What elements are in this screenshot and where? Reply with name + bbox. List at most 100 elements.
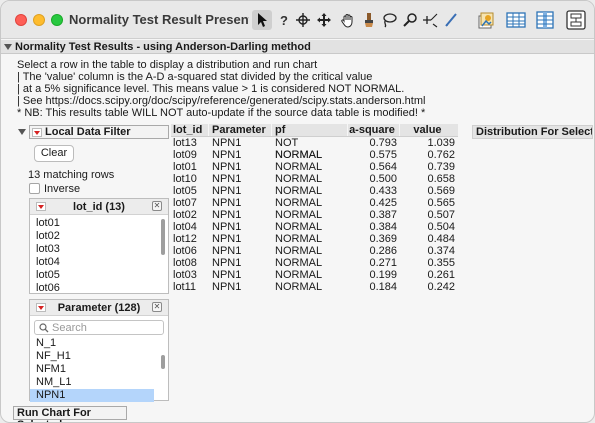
close-window-button[interactable] [15,14,27,26]
cell-lot-id: lot11 [173,281,197,293]
cell-a-square: 0.387 [369,209,397,221]
collapse-report-icon[interactable] [4,44,12,50]
collapse-filter-icon[interactable] [18,129,26,135]
cell-a-square: 0.199 [369,269,397,281]
lot-id-scrollbar[interactable] [161,219,165,255]
list-item[interactable]: lot04 [30,256,168,269]
table-body: lot13 NPN1 NOT NORMAL 0.793 1.039 lot09 NPN1 NO… [171,137,458,293]
column-header-lot-id[interactable]: lot_id [171,124,209,136]
distribution-panel-header[interactable]: Distribution For Selected [472,125,593,139]
table-row[interactable]: lot07 NPN1 NORMAL 0.425 0.565 [171,197,458,209]
cell-lot-id: lot03 [173,269,197,281]
cell-lot-id: lot01 [173,161,197,173]
table-row[interactable]: lot08 NPN1 NORMAL 0.271 0.355 [171,257,458,269]
parameter-scrollbar[interactable] [161,355,165,369]
journal-icon[interactable] [475,9,497,31]
parameter-search-field[interactable] [34,320,164,335]
results-table: lot_id Parameter pf a-square value lot13… [171,124,458,293]
cell-value: 0.507 [427,209,455,221]
cell-lot-id: lot05 [173,185,197,197]
cell-a-square: 0.425 [369,197,397,209]
list-item[interactable]: lot05 [30,269,168,282]
list-item[interactable]: N_1 [30,337,168,350]
move-tool-icon[interactable] [314,10,334,30]
note-line: | at a 5% significance level. This means… [17,83,405,95]
cell-value: 0.658 [427,173,455,185]
maximize-window-button[interactable] [51,14,63,26]
table-row[interactable]: lot06 NPN1 NORMAL 0.286 0.374 [171,245,458,257]
table-row[interactable]: lot02 NPN1 NORMAL 0.387 0.507 [171,209,458,221]
list-item[interactable]: NFM1 [30,363,168,376]
column-icon[interactable] [534,9,556,31]
report-outline-header[interactable]: Normality Test Results - using Anderson-… [1,40,594,54]
table-row[interactable]: lot04 NPN1 NORMAL 0.384 0.504 [171,221,458,233]
cell-a-square: 0.793 [369,137,397,149]
cell-lot-id: lot04 [173,221,197,233]
report-window: Normality Test Result Presenta... ? [0,0,595,423]
list-item[interactable]: lot03 [30,243,168,256]
column-header-value[interactable]: value [400,124,458,136]
note-line: | See https://docs.scipy.org/doc/scipy/r… [17,95,426,107]
magnifier-tool-icon[interactable] [400,10,420,30]
minimize-window-button[interactable] [33,14,45,26]
cell-pf: NORMAL [275,197,323,209]
table-row[interactable]: lot05 NPN1 NORMAL 0.433 0.569 [171,185,458,197]
local-data-filter-header[interactable]: Local Data Filter [29,125,169,139]
search-input[interactable] [52,321,162,334]
table-row[interactable]: lot10 NPN1 NORMAL 0.500 0.658 [171,173,458,185]
list-item[interactable]: lot01 [30,217,168,230]
local-data-filter-title: Local Data Filter [45,126,131,138]
table-row[interactable]: lot12 NPN1 NORMAL 0.369 0.484 [171,233,458,245]
list-item[interactable]: NF_H1 [30,350,168,363]
list-item[interactable]: NM_L1 [30,376,168,389]
table-row[interactable]: lot09 NPN1 NORMAL 0.575 0.762 [171,149,458,161]
table-row[interactable]: lot11 NPN1 NORMAL 0.184 0.242 [171,281,458,293]
cell-pf: NORMAL [275,173,323,185]
arrow-tool-icon[interactable] [252,10,272,30]
cell-pf: NORMAL [275,281,323,293]
brush-tool-icon[interactable] [359,10,379,30]
column-header-a-square[interactable]: a-square [348,124,400,136]
annotate-tool-icon[interactable] [420,10,440,30]
cell-pf: NORMAL [275,185,323,197]
help-tool-icon[interactable]: ? [274,10,294,30]
cell-lot-id: lot06 [173,245,197,257]
close-icon[interactable]: ✕ [152,302,162,312]
run-chart-for-selected-button[interactable]: Run Chart For Selected [13,406,127,422]
cell-a-square: 0.271 [369,257,397,269]
close-icon[interactable]: ✕ [152,201,162,211]
list-item[interactable]: lot06 [30,282,168,295]
crosshair-tool-icon[interactable] [293,10,313,30]
cell-value: 1.039 [427,137,455,149]
filter-menu-red-triangle-icon[interactable] [32,127,42,137]
cell-value: 0.739 [427,161,455,173]
cell-parameter: NPN1 [212,281,242,293]
parameter-panel-title: Parameter (128) [57,301,141,314]
cell-pf: NORMAL [275,233,323,245]
data-table-icon[interactable] [505,9,527,31]
list-item[interactable]: lot02 [30,230,168,243]
cell-lot-id: lot02 [173,209,197,221]
matching-rows-count: 13 matching rows [28,169,115,181]
grabber-hand-icon[interactable] [338,10,358,30]
cell-a-square: 0.433 [369,185,397,197]
clear-filter-button[interactable]: Clear [34,145,74,162]
cell-value: 0.374 [427,245,455,257]
table-row[interactable]: lot01 NPN1 NORMAL 0.564 0.739 [171,161,458,173]
column-header-parameter[interactable]: Parameter [209,124,272,136]
layout-icon[interactable] [565,9,587,31]
lot-id-filter-panel: lot_id (13) ✕ lot01 lot02 lot03 lot04 lo… [29,198,169,294]
cell-parameter: NPN1 [212,173,242,185]
lasso-tool-icon[interactable] [379,10,399,30]
cell-parameter: NPN1 [212,257,242,269]
cell-value: 0.355 [427,257,455,269]
line-tool-icon[interactable] [441,10,461,30]
cell-value: 0.261 [427,269,455,281]
inverse-checkbox[interactable] [29,183,40,194]
table-row[interactable]: lot13 NPN1 NOT NORMAL 0.793 1.039 [171,137,458,161]
table-row[interactable]: lot03 NPN1 NORMAL 0.199 0.261 [171,269,458,281]
list-item-selected[interactable]: NPN1 [30,389,154,402]
cell-lot-id: lot10 [173,173,197,185]
column-header-pf[interactable]: pf [272,124,348,136]
cell-pf: NORMAL [275,257,323,269]
